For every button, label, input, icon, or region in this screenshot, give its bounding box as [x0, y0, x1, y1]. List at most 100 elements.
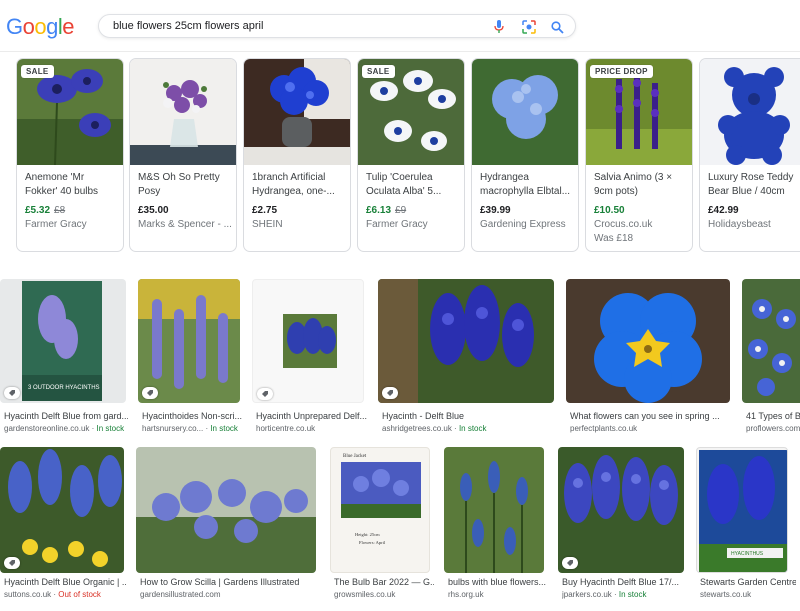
product-image [700, 59, 800, 165]
sale-badge: SALE [21, 65, 54, 78]
product-image [130, 59, 236, 165]
product-price: £39.99 [480, 205, 511, 216]
result-caption: Hyacinth Delft Blue from gard... [4, 411, 128, 421]
result-source: stewarts.co.uk [700, 590, 752, 599]
product-title: Tulip 'Coerulea Oculata Alba' 5... [366, 172, 442, 197]
product-store: Farmer Gracy [366, 219, 428, 230]
product-price: £2.75 [252, 205, 278, 216]
stock-status: In stock [458, 424, 487, 433]
packet-line: Flowers: April [359, 540, 386, 545]
product-image [244, 59, 350, 165]
product-card[interactable]: M&S Oh So Pretty Posy £35.00 Marks & Spe… [129, 58, 237, 252]
product-title: Anemone 'Mr Fokker' 40 bulbs [25, 172, 99, 197]
logo-letter: o [34, 14, 47, 39]
product-card[interactable]: Luxury Rose Teddy Bear Blue / 40cm £42.9… [699, 58, 800, 252]
product-title: M&S Oh So Pretty Posy [138, 172, 220, 197]
result-caption: Hyacinthoides Non-scri... [142, 411, 242, 421]
result-source: hartsnursery.co... · In stock [142, 424, 242, 433]
result-source: gardensillustrated.com [140, 590, 221, 599]
image-result[interactable]: 3 OUTDOOR HYACINTHS Hyacinth Delft Blue … [0, 279, 130, 435]
source-domain: hartsnursery.co... [142, 424, 204, 433]
product-image: SALE [358, 59, 464, 165]
microphone-icon[interactable] [491, 19, 507, 35]
product-tag-icon [142, 387, 158, 399]
result-source: ashridgetrees.co.uk · In stock [382, 424, 554, 433]
result-thumbnail: HYACINTHUS [696, 447, 788, 573]
product-card[interactable]: 1branch Artificial Hydrangea, one-... £2… [243, 58, 351, 252]
shopping-carousel: SALE Anemone 'Mr Fokker' 40 bulbs £5.32 £… [0, 52, 800, 262]
image-result[interactable]: HYACINTHUS Stewarts Garden Centre stewar… [696, 447, 796, 607]
image-result[interactable]: Hyacinth - Delft Blue ashridgetrees.co.u… [378, 279, 556, 435]
product-price: £42.99 [708, 205, 739, 216]
result-thumbnail [0, 447, 124, 573]
logo-letter: g [46, 14, 58, 39]
image-result[interactable]: bulbs with blue flowers... rhs.org.uk [444, 447, 548, 607]
product-store: Holidaysbeast [708, 219, 771, 230]
result-thumbnail [138, 279, 240, 403]
logo-letter: o [22, 14, 35, 39]
image-result[interactable]: Hyacinth Unprepared Delf... horticentre.… [252, 279, 368, 435]
old-price: £8 [54, 205, 66, 216]
logo-letter: G [6, 14, 23, 39]
product-title: Luxury Rose Teddy Bear Blue / 40cm [708, 172, 794, 197]
product-card[interactable]: PRICE DROP Salvia Animo (3 × 9cm pots) £… [585, 58, 693, 252]
product-store: Crocus.co.uk [594, 219, 653, 230]
product-card[interactable]: SALE Anemone 'Mr Fokker' 40 bulbs £5.32 £… [16, 58, 124, 252]
price-drop-badge: PRICE DROP [590, 65, 653, 78]
image-result[interactable]: Blue Jacket Height: 25cm Flowers: April Th… [330, 447, 434, 607]
source-domain: suttons.co.uk [4, 590, 52, 599]
product-tag-icon [4, 387, 20, 399]
product-tag-icon [382, 387, 398, 399]
image-result[interactable]: Hyacinthoides Non-scri... hartsnursery.c… [138, 279, 242, 435]
product-title: Salvia Animo (3 × 9cm pots) [594, 172, 673, 197]
product-store: Farmer Gracy [25, 219, 87, 230]
result-caption: Buy Hyacinth Delft Blue 17/... [562, 577, 680, 587]
image-result[interactable]: Hyacinth Delft Blue Organic | ... sutton… [0, 447, 126, 607]
sale-badge: SALE [362, 65, 395, 78]
result-caption: Stewarts Garden Centre [700, 577, 796, 587]
result-thumbnail [252, 279, 364, 403]
result-thumbnail [136, 447, 316, 573]
product-price: £10.50 [594, 205, 625, 216]
search-box[interactable] [98, 14, 576, 38]
old-price: £9 [395, 205, 407, 216]
result-caption: The Bulb Bar 2022 — G... [334, 577, 434, 587]
result-caption: Hyacinth Delft Blue Organic | ... [4, 577, 126, 587]
image-result[interactable]: 41 Types of Bl proflowers.com [742, 279, 800, 435]
stock-status: Out of stock [58, 590, 101, 599]
result-thumbnail: Blue Jacket Height: 25cm Flowers: April [330, 447, 430, 573]
image-result[interactable]: Buy Hyacinth Delft Blue 17/... jparkers.… [558, 447, 688, 607]
product-store: Gardening Express [480, 219, 566, 230]
result-source: growsmiles.co.uk [334, 590, 396, 599]
product-title: 1branch Artificial Hydrangea, one-... [252, 172, 335, 197]
product-image: SALE [17, 59, 123, 165]
stock-status: In stock [210, 424, 238, 433]
image-result[interactable]: What flowers can you see in spring ... p… [566, 279, 734, 435]
search-icon[interactable] [549, 19, 565, 35]
image-result[interactable]: How to Grow Scilla | Gardens Illustrated… [136, 447, 320, 607]
product-tag-icon [4, 557, 20, 569]
product-title: Hydrangea macrophylla Elbtal... [480, 172, 571, 197]
source-domain: jparkers.co.uk [562, 590, 612, 599]
product-image: PRICE DROP [586, 59, 692, 165]
result-caption: How to Grow Scilla | Gardens Illustrated [140, 577, 300, 587]
stock-separator: · [451, 424, 459, 433]
product-card[interactable]: SALE Tulip 'Coerulea Oculata Alba' 5... … [357, 58, 465, 252]
result-caption: 41 Types of Bl [746, 411, 800, 421]
search-input[interactable] [113, 18, 483, 34]
price-value: £5.32 [25, 205, 51, 216]
result-thumbnail [566, 279, 730, 403]
result-thumbnail: 3 OUTDOOR HYACINTHS [0, 279, 126, 403]
result-source: gardenstoreonline.co.uk · In stock [4, 424, 128, 433]
camera-lens-icon[interactable] [521, 19, 537, 35]
price-value: £6.13 [366, 205, 392, 216]
stock-separator: · [89, 424, 97, 433]
source-domain: ashridgetrees.co.uk [382, 424, 452, 433]
result-caption: Hyacinth - Delft Blue [382, 411, 465, 421]
google-logo[interactable]: Google [6, 14, 75, 40]
product-card[interactable]: Hydrangea macrophylla Elbtal... £39.99 G… [471, 58, 579, 252]
packet-label: 3 OUTDOOR HYACINTHS [28, 385, 100, 391]
product-store: SHEIN [252, 219, 283, 230]
result-thumbnail [378, 279, 554, 403]
packet-header: Blue Jacket [343, 454, 367, 459]
